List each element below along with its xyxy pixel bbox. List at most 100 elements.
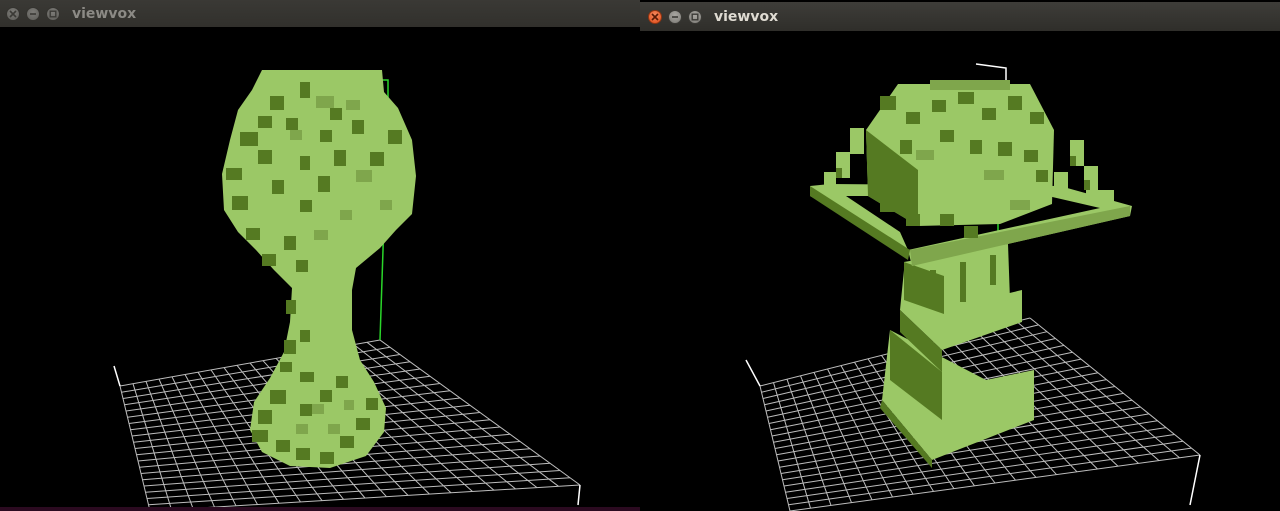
close-icon xyxy=(651,12,659,21)
voxel xyxy=(320,452,334,464)
voxel xyxy=(356,170,372,182)
tray-post xyxy=(824,172,836,186)
voxel xyxy=(286,300,296,314)
maximize-icon xyxy=(49,10,57,17)
voxel xyxy=(246,228,260,240)
voxel xyxy=(300,330,310,342)
column-groove xyxy=(930,270,936,298)
voxel xyxy=(318,176,330,192)
voxel xyxy=(316,96,334,108)
title-bar[interactable]: viewvox xyxy=(0,0,640,27)
voxel xyxy=(300,200,312,212)
voxel xyxy=(232,196,248,210)
grid-line xyxy=(379,339,581,486)
voxel xyxy=(258,150,272,164)
voxel xyxy=(286,118,298,130)
voxel xyxy=(336,376,348,388)
voxel xyxy=(276,440,290,452)
voxel xyxy=(284,340,296,354)
voxel xyxy=(270,96,284,110)
voxel xyxy=(258,116,272,128)
tray-post-shadow xyxy=(836,168,842,178)
viewvox-window-left[interactable]: viewvox xyxy=(0,0,640,511)
viewvox-window-right[interactable]: viewvox xyxy=(640,0,1280,511)
voxel xyxy=(284,236,296,250)
minimize-icon xyxy=(30,12,36,15)
window-title: viewvox xyxy=(72,5,137,22)
voxel xyxy=(290,130,302,140)
minimize-button[interactable] xyxy=(26,6,40,21)
maximize-button[interactable] xyxy=(688,9,702,24)
voxel xyxy=(262,254,276,266)
voxel xyxy=(280,362,292,372)
window-bottom-border xyxy=(0,507,640,511)
axis-line xyxy=(745,359,761,387)
voxel xyxy=(330,108,342,120)
voxel xyxy=(334,150,346,166)
voxel xyxy=(226,168,242,180)
voxel xyxy=(300,404,312,416)
voxel xyxy=(1036,170,1048,182)
tray-voxel-render xyxy=(745,63,1201,511)
voxel xyxy=(272,180,284,194)
grid-line xyxy=(1016,321,1180,459)
voxel xyxy=(340,210,352,220)
grid-line xyxy=(1029,317,1201,456)
goblet-voxel-render xyxy=(113,70,581,511)
voxel xyxy=(930,80,1010,90)
minimize-icon xyxy=(672,15,678,18)
voxel xyxy=(320,390,332,402)
voxel xyxy=(300,82,310,98)
voxel xyxy=(932,100,946,112)
bounding-box-edge xyxy=(975,63,1007,82)
voxel xyxy=(970,140,982,154)
voxel xyxy=(312,404,324,414)
voxel xyxy=(320,130,332,142)
minimize-button[interactable] xyxy=(668,9,682,24)
voxel xyxy=(1024,150,1038,162)
axis-line xyxy=(577,484,581,506)
voxel xyxy=(880,200,894,212)
voxel xyxy=(328,424,340,434)
grid-line xyxy=(366,341,559,487)
voxel xyxy=(270,390,286,404)
voxel xyxy=(370,152,384,166)
voxel xyxy=(894,170,906,182)
voxel xyxy=(906,112,920,124)
voxel xyxy=(940,130,954,142)
voxel xyxy=(388,130,402,144)
voxel xyxy=(880,96,896,110)
maximize-button[interactable] xyxy=(46,6,60,21)
voxel xyxy=(916,150,934,160)
tray-post-shadow xyxy=(1070,156,1076,166)
voxel xyxy=(258,410,272,424)
voxel xyxy=(296,260,308,272)
voxel xyxy=(296,424,308,434)
voxel xyxy=(296,448,310,460)
voxel xyxy=(300,372,314,382)
voxel xyxy=(366,398,378,410)
close-button[interactable] xyxy=(648,9,662,24)
voxel xyxy=(300,156,310,170)
axis-line xyxy=(113,365,121,387)
voxel xyxy=(344,400,354,410)
axis-line xyxy=(1189,454,1201,506)
voxel xyxy=(252,430,268,442)
voxel xyxy=(900,140,912,154)
voxel-viewport[interactable] xyxy=(640,31,1280,511)
grid-line xyxy=(789,454,1201,511)
voxel xyxy=(346,100,360,110)
voxel xyxy=(964,226,978,238)
voxel xyxy=(240,132,258,146)
voxel xyxy=(314,230,328,240)
voxel xyxy=(998,142,1012,156)
voxel xyxy=(984,170,1004,180)
tray-post-shadow xyxy=(1084,180,1090,190)
title-bar[interactable]: viewvox xyxy=(640,2,1280,31)
tray-post xyxy=(1054,172,1068,192)
voxel xyxy=(356,418,370,430)
voxel-viewport[interactable] xyxy=(0,27,640,511)
close-button[interactable] xyxy=(6,6,20,21)
close-icon xyxy=(9,9,17,18)
maximize-icon xyxy=(691,13,699,20)
